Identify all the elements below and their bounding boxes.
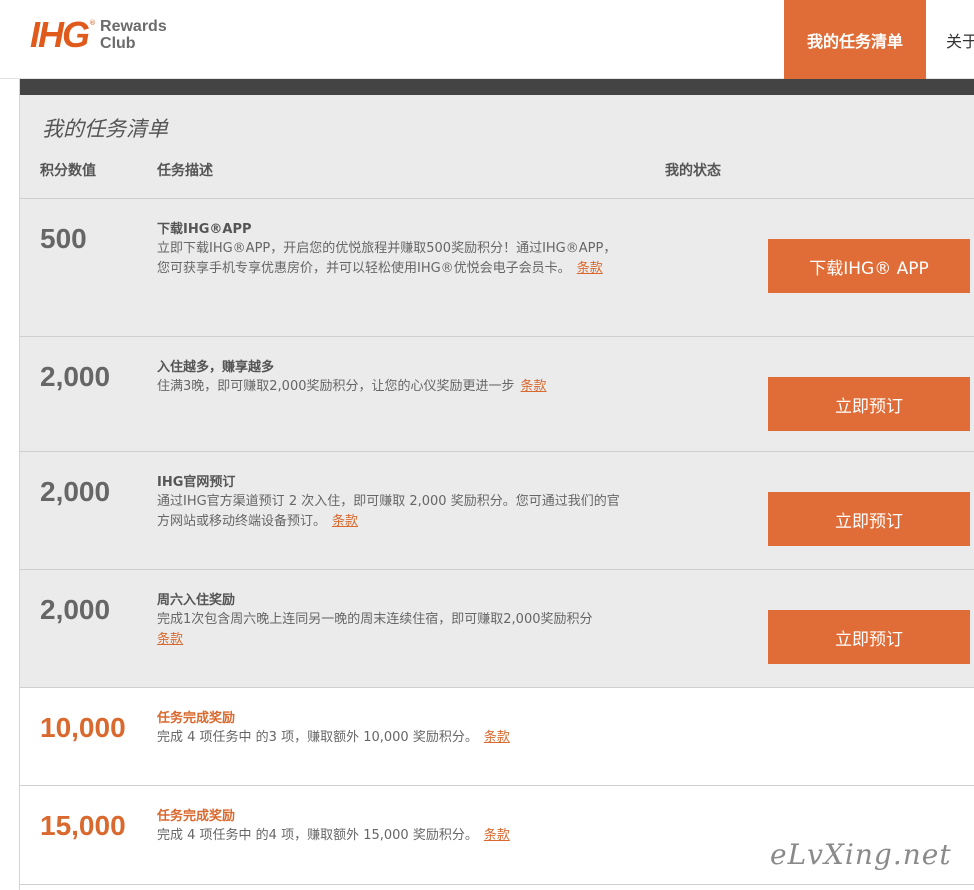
logo-line-2: Club: [100, 35, 136, 52]
download-app-button[interactable]: 下载IHG® APP: [768, 239, 970, 293]
task-description: 下载IHG®APP 立即下载IHG®APP，开启您的优悦旅程并赚取500奖励积分…: [157, 221, 627, 279]
column-header-description: 任务描述: [157, 163, 213, 179]
task-title: IHG官网预订: [157, 475, 236, 490]
task-points: 500: [40, 223, 87, 254]
column-header-status: 我的状态: [665, 163, 721, 179]
nav-about[interactable]: 关于: [926, 0, 974, 79]
bonus-row: 10,000 任务完成奖励 完成 4 项任务中 的3 项，赚取额外 10,000…: [20, 688, 974, 786]
bonus-points: 15,000: [40, 810, 126, 841]
task-title: 入住越多，赚享越多: [157, 360, 275, 375]
panel-title: 我的任务清单: [42, 117, 168, 141]
book-now-button[interactable]: 立即预订: [768, 377, 970, 431]
task-points: 2,000: [40, 594, 111, 625]
task-row: 2,000 周六入住奖励 完成1次包含周六晚上连同另一晚的周末连续住宿，即可赚取…: [20, 570, 974, 688]
bonus-description: 任务完成奖励 完成 4 项任务中 的4 项，赚取额外 15,000 奖励积分。条…: [157, 808, 627, 846]
bonus-title: 任务完成奖励: [157, 711, 236, 726]
logo-line-1: Rewards: [100, 18, 167, 35]
task-description: 入住越多，赚享越多 住满3晚，即可赚取2,000奖励积分，让您的心仪奖励更进一步…: [157, 359, 627, 397]
logo-mark: IHG: [30, 14, 90, 55]
task-points: 2,000: [40, 476, 111, 507]
task-text: 完成1次包含周六晚上连同另一晚的周末连续住宿，即可赚取2,000奖励积分 条款: [157, 612, 593, 647]
logo-text: Rewards Club: [100, 18, 167, 52]
task-row: 2,000 入住越多，赚享越多 住满3晚，即可赚取2,000奖励积分，让您的心仪…: [20, 337, 974, 452]
ihg-rewards-logo[interactable]: IHG ® Rewards Club: [30, 15, 167, 55]
bonus-text: 完成 4 项任务中 的4 项，赚取额外 15,000 奖励积分。 条款: [157, 828, 510, 843]
logo-registered-mark: ®: [89, 19, 97, 27]
bonus-text: 完成 4 项任务中 的3 项，赚取额外 10,000 奖励积分。 条款: [157, 730, 510, 745]
terms-link[interactable]: 条款: [484, 828, 510, 843]
task-points: 2,000: [40, 361, 111, 392]
book-now-button[interactable]: 立即预订: [768, 492, 970, 546]
terms-link[interactable]: 条款: [157, 632, 183, 647]
task-text: 立即下载IHG®APP，开启您的优悦旅程并赚取500奖励积分！通过IHG®APP…: [157, 241, 617, 276]
task-list-panel: 我的任务清单 积分数值 任务描述 我的状态 500 下载IHG®APP 立即下载…: [19, 79, 974, 890]
bonus-description: 任务完成奖励 完成 4 项任务中 的3 项，赚取额外 10,000 奖励积分。条…: [157, 710, 627, 748]
book-now-button[interactable]: 立即预订: [768, 610, 970, 664]
bonus-points: 10,000: [40, 712, 126, 743]
nav-my-tasks[interactable]: 我的任务清单: [784, 0, 926, 79]
main-nav: 我的任务清单 关于: [784, 0, 974, 79]
site-watermark: eLvXing.net: [770, 838, 952, 871]
terms-link[interactable]: 条款: [521, 379, 547, 394]
site-header: IHG ® Rewards Club 我的任务清单 关于: [0, 0, 974, 79]
terms-link[interactable]: 条款: [332, 514, 358, 529]
terms-link[interactable]: 条款: [577, 261, 603, 276]
task-description: IHG官网预订 通过IHG官方渠道预订 2 次入住，即可赚取 2,000 奖励积…: [157, 474, 627, 532]
bonus-title: 任务完成奖励: [157, 809, 236, 824]
task-text: 通过IHG官方渠道预订 2 次入住，即可赚取 2,000 奖励积分。您可通过我们…: [157, 494, 620, 529]
task-row: 500 下载IHG®APP 立即下载IHG®APP，开启您的优悦旅程并赚取500…: [20, 199, 974, 337]
task-title: 下载IHG®APP: [157, 222, 252, 237]
task-row: 2,000 IHG官网预订 通过IHG官方渠道预订 2 次入住，即可赚取 2,0…: [20, 452, 974, 570]
panel-top-bar: [20, 79, 974, 95]
task-description: 周六入住奖励 完成1次包含周六晚上连同另一晚的周末连续住宿，即可赚取2,000奖…: [157, 592, 627, 650]
terms-link[interactable]: 条款: [484, 730, 510, 745]
task-title: 周六入住奖励: [157, 593, 236, 608]
panel-header: 我的任务清单 积分数值 任务描述 我的状态: [20, 95, 974, 199]
column-header-points: 积分数值: [40, 163, 96, 179]
task-text: 住满3晚，即可赚取2,000奖励积分，让您的心仪奖励更进一步 条款: [157, 379, 547, 394]
